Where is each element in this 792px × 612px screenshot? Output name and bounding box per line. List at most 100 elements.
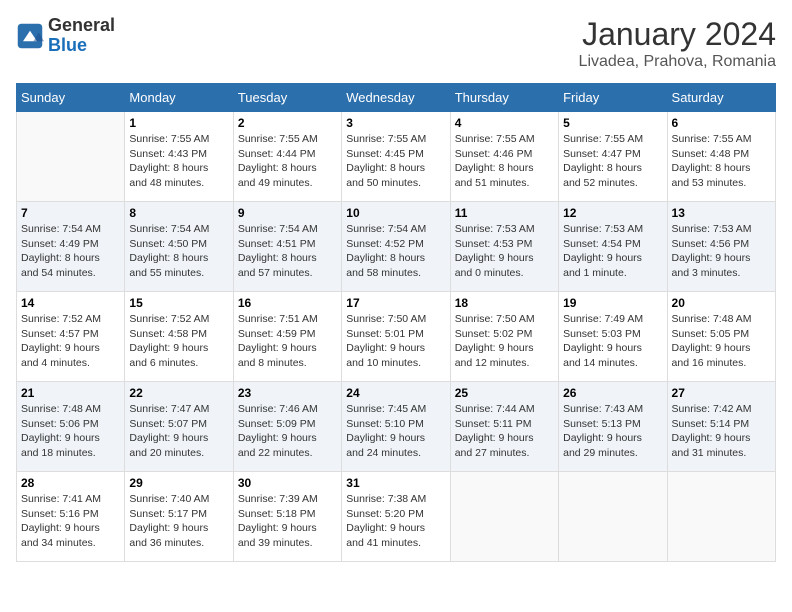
- day-info: Sunrise: 7:54 AM Sunset: 4:50 PM Dayligh…: [129, 222, 228, 281]
- day-info: Sunrise: 7:48 AM Sunset: 5:06 PM Dayligh…: [21, 402, 120, 461]
- day-number: 21: [21, 386, 120, 400]
- day-number: 1: [129, 116, 228, 130]
- calendar-cell: 28Sunrise: 7:41 AM Sunset: 5:16 PM Dayli…: [17, 472, 125, 562]
- day-info: Sunrise: 7:39 AM Sunset: 5:18 PM Dayligh…: [238, 492, 337, 551]
- day-number: 9: [238, 206, 337, 220]
- day-number: 30: [238, 476, 337, 490]
- calendar-cell: [17, 112, 125, 202]
- day-info: Sunrise: 7:55 AM Sunset: 4:44 PM Dayligh…: [238, 132, 337, 191]
- weekday-header-row: SundayMondayTuesdayWednesdayThursdayFrid…: [17, 84, 776, 112]
- weekday-header-sunday: Sunday: [17, 84, 125, 112]
- calendar-cell: 24 Sunrise: 7:45 AM Sunset: 5:10 PM Dayli…: [342, 382, 450, 472]
- day-info: Sunrise: 7:38 AM Sunset: 5:20 PM Dayligh…: [346, 492, 445, 551]
- day-number: 23: [238, 386, 337, 400]
- day-info: Sunrise: 7:53 AM Sunset: 4:56 PM Dayligh…: [672, 222, 771, 281]
- calendar-cell: 23 Sunrise: 7:46 AM Sunset: 5:09 PM Dayli…: [233, 382, 341, 472]
- day-info: Sunrise: 7:55 AM Sunset: 4:47 PM Dayligh…: [563, 132, 662, 191]
- day-info: Sunrise: 7:47 AM Sunset: 5:07 PM Dayligh…: [129, 402, 228, 461]
- day-info: Sunrise: 7:42 AM Sunset: 5:14 PM Dayligh…: [672, 402, 771, 461]
- calendar-cell: 10 Sunrise: 7:54 AM Sunset: 4:52 PM Dayli…: [342, 202, 450, 292]
- day-info: Sunrise: 7:54 AM Sunset: 4:52 PM Dayligh…: [346, 222, 445, 281]
- calendar-cell: 16 Sunrise: 7:51 AM Sunset: 4:59 PM Dayli…: [233, 292, 341, 382]
- day-number: 5: [563, 116, 662, 130]
- calendar-cell: 15 Sunrise: 7:52 AM Sunset: 4:58 PM Dayli…: [125, 292, 233, 382]
- calendar-cell: 17 Sunrise: 7:50 AM Sunset: 5:01 PM Dayli…: [342, 292, 450, 382]
- calendar-cell: 31 Sunrise: 7:38 AM Sunset: 5:20 PM Dayli…: [342, 472, 450, 562]
- calendar-cell: [450, 472, 558, 562]
- day-number: 10: [346, 206, 445, 220]
- day-info: Sunrise: 7:52 AM Sunset: 4:57 PM Dayligh…: [21, 312, 120, 371]
- day-number: 31: [346, 476, 445, 490]
- day-info: Sunrise: 7:53 AM Sunset: 4:53 PM Dayligh…: [455, 222, 554, 281]
- day-number: 3: [346, 116, 445, 130]
- calendar-cell: 13 Sunrise: 7:53 AM Sunset: 4:56 PM Dayli…: [667, 202, 775, 292]
- calendar-subtitle: Livadea, Prahova, Romania: [579, 53, 776, 71]
- calendar-cell: 30 Sunrise: 7:39 AM Sunset: 5:18 PM Dayli…: [233, 472, 341, 562]
- day-info: Sunrise: 7:50 AM Sunset: 5:01 PM Dayligh…: [346, 312, 445, 371]
- day-number: 2: [238, 116, 337, 130]
- day-number: 7: [21, 206, 120, 220]
- day-number: 8: [129, 206, 228, 220]
- calendar-cell: 19Sunrise: 7:49 AM Sunset: 5:03 PM Dayli…: [559, 292, 667, 382]
- day-number: 12: [563, 206, 662, 220]
- day-number: 26: [563, 386, 662, 400]
- calendar-cell: 2 Sunrise: 7:55 AM Sunset: 4:44 PM Daylig…: [233, 112, 341, 202]
- day-number: 14: [21, 296, 120, 310]
- day-info: Sunrise: 7:46 AM Sunset: 5:09 PM Dayligh…: [238, 402, 337, 461]
- calendar-cell: [667, 472, 775, 562]
- calendar-cell: 14 Sunrise: 7:52 AM Sunset: 4:57 PM Dayli…: [17, 292, 125, 382]
- day-number: 20: [672, 296, 771, 310]
- day-info: Sunrise: 7:52 AM Sunset: 4:58 PM Dayligh…: [129, 312, 228, 371]
- logo: General Blue: [16, 16, 115, 56]
- weekday-header-saturday: Saturday: [667, 84, 775, 112]
- weekday-header-friday: Friday: [559, 84, 667, 112]
- day-info: Sunrise: 7:50 AM Sunset: 5:02 PM Dayligh…: [455, 312, 554, 371]
- day-info: Sunrise: 7:45 AM Sunset: 5:10 PM Dayligh…: [346, 402, 445, 461]
- calendar-cell: 25Sunrise: 7:44 AM Sunset: 5:11 PM Dayli…: [450, 382, 558, 472]
- calendar-cell: [559, 472, 667, 562]
- calendar-cell: 12 Sunrise: 7:53 AM Sunset: 4:54 PM Dayli…: [559, 202, 667, 292]
- calendar-cell: 8 Sunrise: 7:54 AM Sunset: 4:50 PM Daylig…: [125, 202, 233, 292]
- day-number: 24: [346, 386, 445, 400]
- day-info: Sunrise: 7:41 AM Sunset: 5:16 PM Dayligh…: [21, 492, 120, 551]
- week-row-5: 28Sunrise: 7:41 AM Sunset: 5:16 PM Dayli…: [17, 472, 776, 562]
- calendar-table: SundayMondayTuesdayWednesdayThursdayFrid…: [16, 83, 776, 562]
- calendar-cell: 1 Sunrise: 7:55 AM Sunset: 4:43 PM Daylig…: [125, 112, 233, 202]
- day-number: 16: [238, 296, 337, 310]
- logo-line1: General: [48, 16, 115, 36]
- day-info: Sunrise: 7:53 AM Sunset: 4:54 PM Dayligh…: [563, 222, 662, 281]
- day-info: Sunrise: 7:43 AM Sunset: 5:13 PM Dayligh…: [563, 402, 662, 461]
- day-number: 17: [346, 296, 445, 310]
- day-info: Sunrise: 7:55 AM Sunset: 4:48 PM Dayligh…: [672, 132, 771, 191]
- calendar-cell: 20 Sunrise: 7:48 AM Sunset: 5:05 PM Dayli…: [667, 292, 775, 382]
- day-number: 29: [129, 476, 228, 490]
- calendar-cell: 9 Sunrise: 7:54 AM Sunset: 4:51 PM Daylig…: [233, 202, 341, 292]
- day-info: Sunrise: 7:48 AM Sunset: 5:05 PM Dayligh…: [672, 312, 771, 371]
- calendar-cell: 26 Sunrise: 7:43 AM Sunset: 5:13 PM Dayli…: [559, 382, 667, 472]
- calendar-cell: 5 Sunrise: 7:55 AM Sunset: 4:47 PM Daylig…: [559, 112, 667, 202]
- day-number: 15: [129, 296, 228, 310]
- logo-line2: Blue: [48, 36, 115, 56]
- calendar-cell: 6 Sunrise: 7:55 AM Sunset: 4:48 PM Daylig…: [667, 112, 775, 202]
- title-block: January 2024 Livadea, Prahova, Romania: [579, 16, 776, 71]
- calendar-cell: 18 Sunrise: 7:50 AM Sunset: 5:02 PM Dayli…: [450, 292, 558, 382]
- calendar-cell: 4 Sunrise: 7:55 AM Sunset: 4:46 PM Daylig…: [450, 112, 558, 202]
- calendar-cell: 3Sunrise: 7:55 AM Sunset: 4:45 PM Daylig…: [342, 112, 450, 202]
- day-info: Sunrise: 7:40 AM Sunset: 5:17 PM Dayligh…: [129, 492, 228, 551]
- day-info: Sunrise: 7:54 AM Sunset: 4:51 PM Dayligh…: [238, 222, 337, 281]
- day-info: Sunrise: 7:55 AM Sunset: 4:46 PM Dayligh…: [455, 132, 554, 191]
- day-number: 4: [455, 116, 554, 130]
- day-info: Sunrise: 7:55 AM Sunset: 4:43 PM Dayligh…: [129, 132, 228, 191]
- day-number: 11: [455, 206, 554, 220]
- day-number: 13: [672, 206, 771, 220]
- weekday-header-monday: Monday: [125, 84, 233, 112]
- week-row-1: 1 Sunrise: 7:55 AM Sunset: 4:43 PM Daylig…: [17, 112, 776, 202]
- day-number: 18: [455, 296, 554, 310]
- day-info: Sunrise: 7:51 AM Sunset: 4:59 PM Dayligh…: [238, 312, 337, 371]
- day-number: 25: [455, 386, 554, 400]
- day-number: 6: [672, 116, 771, 130]
- weekday-header-wednesday: Wednesday: [342, 84, 450, 112]
- page-header: General Blue January 2024 Livadea, Praho…: [16, 16, 776, 71]
- calendar-cell: 7Sunrise: 7:54 AM Sunset: 4:49 PM Daylig…: [17, 202, 125, 292]
- calendar-cell: 29 Sunrise: 7:40 AM Sunset: 5:17 PM Dayli…: [125, 472, 233, 562]
